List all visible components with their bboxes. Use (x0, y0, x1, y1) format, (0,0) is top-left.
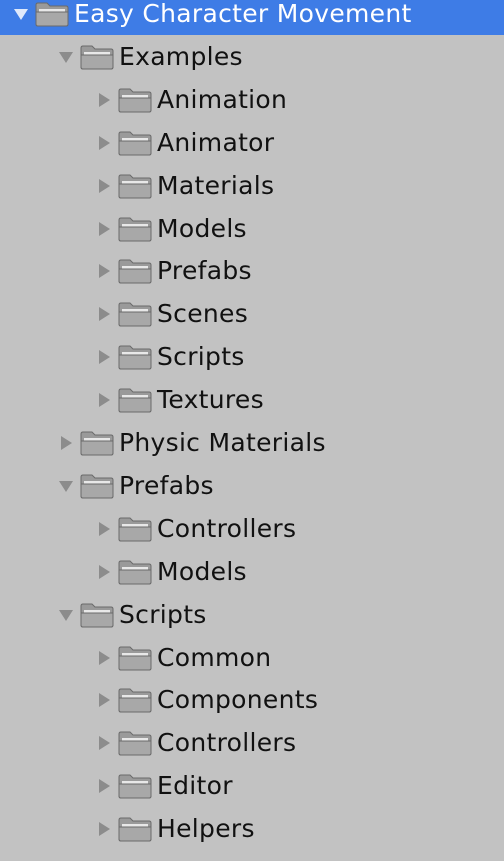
tree-item-scenes[interactable]: Scenes (0, 293, 504, 335)
tree-item-label: Models (157, 556, 247, 586)
tree-item-label: Easy Character Movement (74, 0, 412, 28)
collapse-triangle-right-icon[interactable] (93, 130, 115, 156)
folder-icon (117, 515, 153, 543)
folder-icon (79, 43, 115, 71)
tree-item-editor[interactable]: Editor (0, 765, 504, 807)
tree-item-materials[interactable]: Materials (0, 165, 504, 207)
folder-icon (79, 472, 115, 500)
collapse-triangle-right-icon[interactable] (93, 87, 115, 113)
tree-item-label: Scripts (119, 599, 207, 629)
folder-icon (117, 129, 153, 157)
tree-item-animation[interactable]: Animation (0, 79, 504, 121)
collapse-triangle-right-icon[interactable] (93, 516, 115, 542)
collapse-triangle-right-icon[interactable] (93, 216, 115, 242)
folder-icon (34, 0, 70, 28)
folder-icon (117, 86, 153, 114)
folder-icon (117, 386, 153, 414)
folder-icon (117, 257, 153, 285)
collapse-triangle-right-icon[interactable] (55, 430, 77, 456)
folder-icon (117, 215, 153, 243)
tree-item-label: Scripts (157, 342, 245, 372)
tree-item-label: Examples (119, 41, 243, 71)
tree-item-label: Physic Materials (119, 428, 326, 457)
collapse-triangle-right-icon[interactable] (93, 687, 115, 713)
tree-item-label: Controllers (157, 728, 297, 758)
tree-item-controllers[interactable]: Controllers (0, 722, 504, 764)
collapse-triangle-right-icon[interactable] (93, 773, 115, 799)
folder-icon (117, 644, 153, 672)
tree-item-prefabs[interactable]: Prefabs (0, 465, 504, 507)
tree-item-label: Components (157, 685, 319, 715)
tree-item-common[interactable]: Common (0, 637, 504, 679)
expand-triangle-down-icon[interactable] (55, 473, 77, 499)
tree-item-label: Textures (157, 385, 264, 415)
folder-icon (117, 300, 153, 328)
collapse-triangle-right-icon[interactable] (93, 559, 115, 585)
tree-item-label: Models (157, 213, 247, 243)
collapse-triangle-right-icon[interactable] (93, 816, 115, 842)
tree-item-controllers[interactable]: Controllers (0, 508, 504, 550)
collapse-triangle-right-icon[interactable] (93, 730, 115, 756)
expand-triangle-down-icon[interactable] (10, 1, 32, 27)
tree-item-easy-character-movement[interactable]: Easy Character Movement (0, 0, 504, 35)
tree-item-physic-materials[interactable]: Physic Materials (0, 422, 504, 464)
tree-item-label: Editor (157, 771, 233, 801)
tree-item-models[interactable]: Models (0, 551, 504, 593)
tree-item-label: Helpers (157, 814, 255, 844)
folder-icon (117, 558, 153, 586)
tree-item-label: Prefabs (119, 470, 214, 500)
collapse-triangle-right-icon[interactable] (93, 258, 115, 284)
tree-item-label: Animation (157, 84, 288, 114)
folder-icon (117, 772, 153, 800)
tree-item-helpers[interactable]: Helpers (0, 808, 504, 850)
tree-item-label: Common (157, 642, 272, 672)
tree-item-examples[interactable]: Examples (0, 36, 504, 78)
tree-item-models[interactable]: Models (0, 208, 504, 250)
tree-item-scripts[interactable]: Scripts (0, 336, 504, 378)
tree-item-textures[interactable]: Textures (0, 379, 504, 421)
collapse-triangle-right-icon[interactable] (93, 387, 115, 413)
tree-item-label: Scenes (157, 299, 249, 329)
collapse-triangle-right-icon[interactable] (93, 645, 115, 671)
folder-icon (117, 729, 153, 757)
expand-triangle-down-icon[interactable] (55, 44, 77, 70)
tree-item-prefabs[interactable]: Prefabs (0, 250, 504, 292)
folder-icon (117, 343, 153, 371)
collapse-triangle-right-icon[interactable] (93, 301, 115, 327)
tree-item-components[interactable]: Components (0, 679, 504, 721)
tree-item-label: Materials (157, 170, 275, 200)
folder-icon (117, 815, 153, 843)
collapse-triangle-right-icon[interactable] (93, 173, 115, 199)
collapse-triangle-right-icon[interactable] (93, 344, 115, 370)
tree-item-label: Controllers (157, 513, 297, 543)
expand-triangle-down-icon[interactable] (55, 602, 77, 628)
folder-icon (79, 601, 115, 629)
tree-item-label: Animator (157, 127, 275, 157)
tree-item-scripts[interactable]: Scripts (0, 594, 504, 636)
tree-item-label: Prefabs (157, 256, 252, 286)
folder-icon (79, 429, 115, 457)
folder-icon (117, 686, 153, 714)
tree-item-animator[interactable]: Animator (0, 122, 504, 164)
folder-icon (117, 172, 153, 200)
project-folder-tree: Easy Character Movement Examples Animation… (0, 0, 504, 861)
